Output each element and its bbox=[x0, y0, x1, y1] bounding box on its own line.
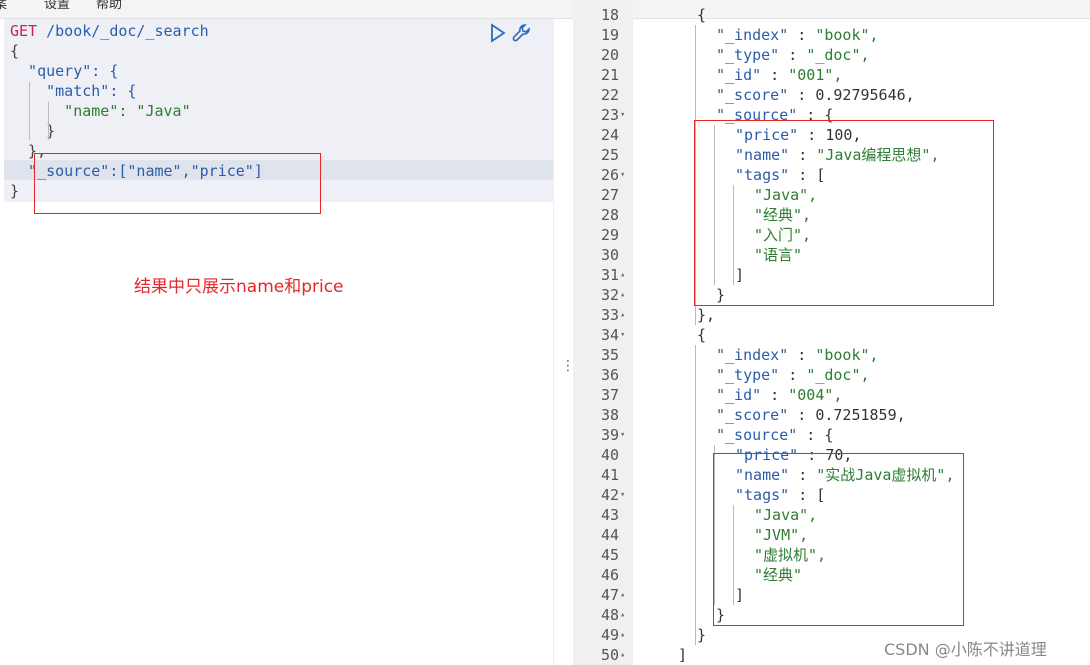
menu-item-1[interactable]: 案 bbox=[0, 0, 7, 12]
watermark: CSDN @小陈不讲道理 bbox=[884, 640, 1047, 659]
fold-toggle-icon[interactable]: ▴ bbox=[620, 585, 625, 605]
line-number: 42 bbox=[600, 486, 619, 504]
line-number: 35 bbox=[600, 346, 619, 364]
line-number: 21 bbox=[600, 66, 619, 84]
line-number: 45 bbox=[600, 546, 619, 564]
line-number: 20 bbox=[600, 46, 619, 64]
line-number: 43 bbox=[600, 506, 619, 524]
line-number: 41 bbox=[600, 466, 619, 484]
line-number: 22 bbox=[600, 86, 619, 104]
highlight-box-source bbox=[34, 153, 321, 214]
code-text: } bbox=[10, 182, 20, 200]
line-number: 31 bbox=[600, 266, 619, 284]
line-number: 29 bbox=[600, 226, 619, 244]
request-line-1[interactable]: GET /book/_doc/_search bbox=[10, 21, 209, 41]
response-line: "_id" : "004", bbox=[716, 386, 843, 404]
response-line: "_id" : "001", bbox=[716, 66, 843, 84]
fold-toggle-icon[interactable]: ▴ bbox=[620, 645, 625, 665]
line-number: 25 bbox=[600, 146, 619, 164]
fold-toggle-icon[interactable]: ▴ bbox=[620, 305, 625, 325]
line-number: 38 bbox=[600, 406, 619, 424]
line-number: 19 bbox=[600, 26, 619, 44]
line-number: 27 bbox=[600, 186, 619, 204]
line-number: 18 bbox=[600, 6, 619, 24]
response-line: { bbox=[697, 6, 707, 24]
line-number: 33 bbox=[600, 306, 619, 324]
fold-toggle-icon[interactable]: ▾ bbox=[620, 485, 625, 505]
line-number: 44 bbox=[600, 526, 619, 544]
line-number: 32 bbox=[600, 286, 619, 304]
request-method: GET bbox=[10, 22, 38, 40]
line-number: 24 bbox=[600, 126, 619, 144]
highlight-box-source-1 bbox=[694, 120, 994, 306]
line-number: 26 bbox=[600, 166, 619, 184]
code-text: { bbox=[10, 42, 20, 60]
response-line: } bbox=[697, 626, 707, 644]
line-number: 28 bbox=[600, 206, 619, 224]
response-line: ] bbox=[678, 646, 688, 664]
code-text: "query": { bbox=[10, 62, 119, 80]
line-number: 46 bbox=[600, 566, 619, 584]
line-number: 39 bbox=[600, 426, 619, 444]
fold-toggle-icon[interactable]: ▴ bbox=[620, 285, 625, 305]
response-line: "_source" : { bbox=[716, 426, 834, 444]
fold-toggle-icon[interactable]: ▾ bbox=[620, 325, 625, 345]
code-text: "name": "Java" bbox=[10, 102, 191, 120]
line-number: 30 bbox=[600, 246, 619, 264]
fold-toggle-icon[interactable]: ▾ bbox=[620, 165, 625, 185]
request-line-2[interactable]: { bbox=[10, 41, 19, 61]
response-line: }, bbox=[697, 306, 716, 324]
line-number: 36 bbox=[600, 366, 619, 384]
line-number: 47 bbox=[600, 586, 619, 604]
highlight-box-source-2 bbox=[713, 453, 964, 626]
line-number: 49 bbox=[600, 626, 619, 644]
menu-item-settings[interactable]: 设置 bbox=[44, 0, 70, 12]
response-line: "_score" : 0.92795646, bbox=[716, 86, 915, 104]
request-line-3[interactable]: "query": { bbox=[10, 61, 118, 81]
play-icon[interactable] bbox=[487, 22, 509, 44]
fold-toggle-icon[interactable]: ▴ bbox=[620, 605, 625, 625]
indent-guide bbox=[29, 82, 30, 140]
indent-guide bbox=[48, 102, 49, 140]
line-number: 23 bbox=[600, 106, 619, 124]
line-number: 40 bbox=[600, 446, 619, 464]
request-path: /book/_doc/_search bbox=[46, 22, 209, 40]
indent-guide bbox=[695, 345, 696, 645]
wrench-icon[interactable] bbox=[511, 22, 533, 44]
fold-toggle-icon[interactable]: ▾ bbox=[620, 425, 625, 445]
annotation-text: 结果中只展示name和price bbox=[134, 277, 344, 297]
fold-toggle-icon[interactable]: ▴ bbox=[620, 265, 625, 285]
response-line: "_type" : "_doc", bbox=[716, 366, 870, 384]
fold-toggle-icon[interactable]: ▴ bbox=[620, 625, 625, 645]
menu-item-help[interactable]: 帮助 bbox=[96, 0, 122, 12]
pane-splitter[interactable] bbox=[553, 19, 574, 665]
menu-bar: 案 设置 帮助 bbox=[0, 0, 1090, 19]
response-line: "_index" : "book", bbox=[716, 26, 879, 44]
line-number: 48 bbox=[600, 606, 619, 624]
response-line: "_index" : "book", bbox=[716, 346, 879, 364]
line-number: 50 bbox=[600, 646, 619, 664]
response-line: "_type" : "_doc", bbox=[716, 46, 870, 64]
request-line-5[interactable]: "name": "Java" bbox=[10, 101, 191, 121]
request-line-9[interactable]: } bbox=[10, 181, 19, 201]
fold-toggle-icon[interactable]: ▾ bbox=[620, 105, 625, 125]
response-line: { bbox=[697, 326, 707, 344]
line-number: 37 bbox=[600, 386, 619, 404]
line-number: 34 bbox=[600, 326, 619, 344]
response-line: "_score" : 0.7251859, bbox=[716, 406, 906, 424]
